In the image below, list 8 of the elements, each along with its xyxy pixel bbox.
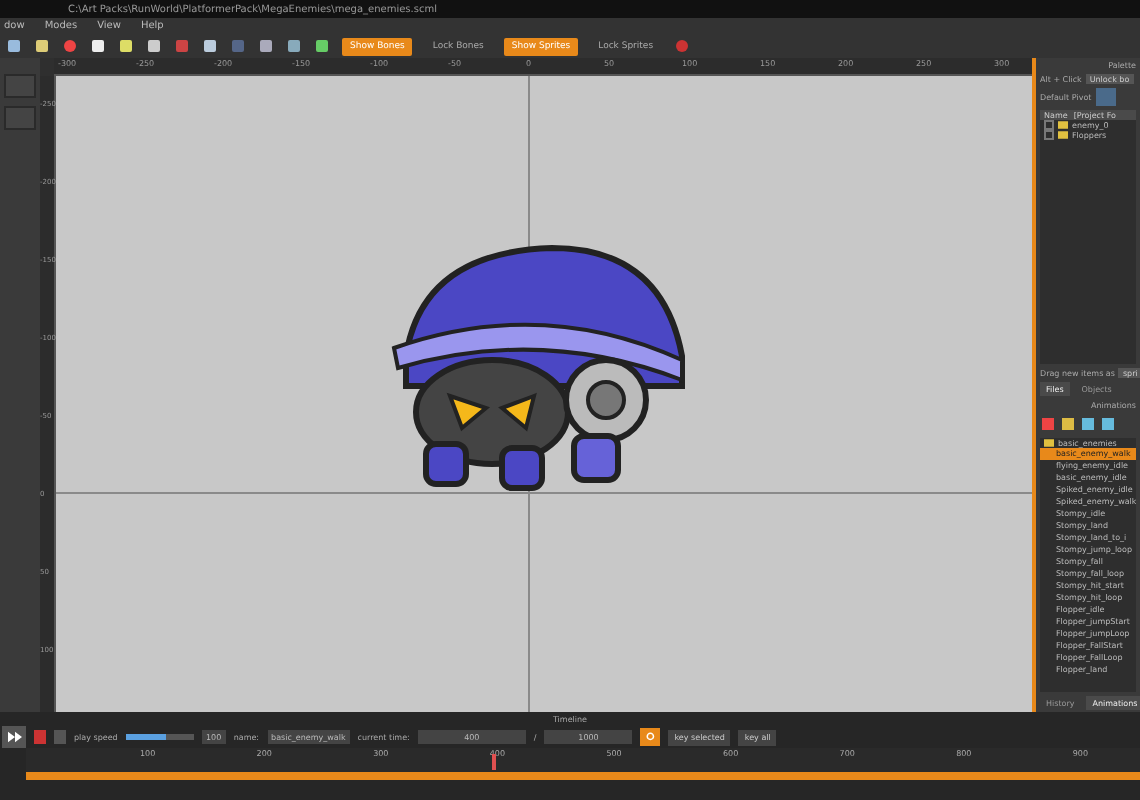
play-button[interactable] (2, 726, 26, 748)
key-button[interactable] (640, 728, 661, 746)
record-icon[interactable] (62, 38, 78, 54)
expand-toggle[interactable] (1044, 130, 1054, 140)
fast-forward-icon (7, 730, 21, 744)
expand-toggle[interactable] (1044, 120, 1054, 130)
playhead[interactable] (492, 754, 497, 770)
speed-slider[interactable] (125, 734, 194, 740)
